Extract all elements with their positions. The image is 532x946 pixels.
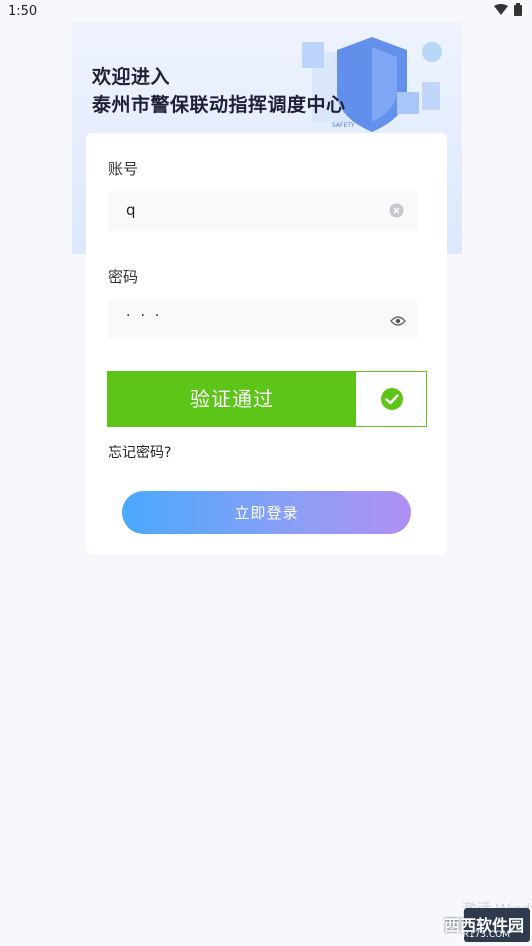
password-input-value[interactable]: ···: [126, 308, 169, 324]
clear-icon[interactable]: [389, 203, 404, 222]
slider-verification[interactable]: 验证通过: [107, 371, 427, 427]
status-icons: [494, 3, 522, 16]
art-caption: SAFETY: [332, 122, 355, 129]
verify-status-text: 验证通过: [190, 387, 274, 411]
wifi-icon: [494, 3, 508, 16]
password-input[interactable]: ···: [108, 299, 418, 339]
eye-icon[interactable]: [390, 312, 406, 331]
password-label: 密码: [108, 268, 139, 286]
account-input[interactable]: q: [108, 191, 418, 231]
account-label: 账号: [108, 160, 139, 178]
check-circle-icon[interactable]: [380, 387, 404, 415]
watermark-domain: CR173.COM: [456, 930, 510, 940]
battery-icon: [514, 3, 522, 16]
login-form-card: 账号 q 密码 ··· 验证通过 忘记密码? 立即登录: [86, 133, 447, 555]
status-bar: 1:50: [0, 0, 532, 24]
account-input-value[interactable]: q: [126, 201, 136, 219]
welcome-title-line1: 欢迎进入: [92, 66, 171, 88]
status-time: 1:50: [8, 4, 38, 19]
forgot-password-link[interactable]: 忘记密码?: [108, 442, 171, 462]
login-button[interactable]: 立即登录: [122, 491, 411, 534]
welcome-title-line2: 泰州市警保联动指挥调度中心: [92, 94, 346, 116]
watermark: 激活 Wind 西西软件园 CR173.COM: [332, 896, 532, 946]
